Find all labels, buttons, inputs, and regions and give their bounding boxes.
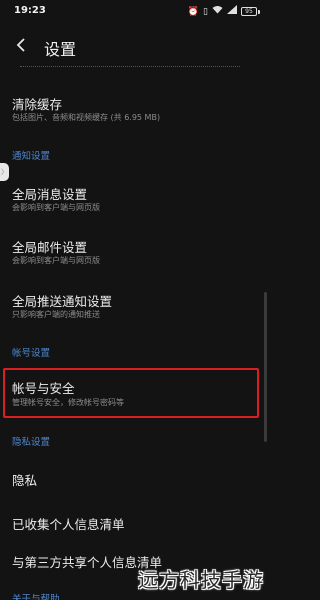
back-button[interactable]: [10, 34, 32, 56]
collected-info-item[interactable]: 已收集个人信息清单: [0, 510, 262, 538]
chevron-right-icon: 〉: [1, 167, 8, 176]
global-message-subtitle: 会影响到客户端与网页版: [12, 203, 100, 212]
alarm-icon: ⏰: [187, 6, 200, 17]
section-account: 帐号设置: [12, 348, 51, 359]
page-title: 设置: [44, 40, 77, 59]
status-time: 19:23: [14, 5, 46, 16]
section-privacy: 隐私设置: [12, 437, 51, 448]
collected-info-title: 已收集个人信息清单: [12, 517, 125, 532]
side-drawer-handle[interactable]: 〉: [0, 163, 9, 181]
global-push-subtitle: 只影响客户端的通知推送: [12, 310, 100, 319]
app-header: 设置: [0, 28, 270, 64]
vibrate-icon: ▯: [203, 6, 208, 17]
global-message-item[interactable]: 全局消息设置 会影响到客户端与网页版: [0, 180, 262, 220]
battery-icon: 95: [241, 7, 260, 16]
chevron-left-icon: [16, 38, 25, 52]
global-mail-item[interactable]: 全局邮件设置 会影响到客户端与网页版: [0, 233, 262, 273]
clear-cache-title: 清除缓存: [12, 97, 63, 112]
status-bar: 19:23 ⏰ ▯ 95: [0, 0, 270, 24]
clear-cache-subtitle: 包括图片、音频和视频缓存 (共 6.95 MB): [12, 113, 161, 122]
global-message-title: 全局消息设置: [12, 187, 88, 202]
wifi-icon: [212, 5, 223, 18]
watermark: 远方科技手游: [138, 568, 264, 592]
section-about: 关于与帮助: [12, 594, 60, 600]
clear-cache-item[interactable]: 清除缓存 包括图片、音频和视频缓存 (共 6.95 MB): [0, 88, 262, 128]
privacy-item[interactable]: 隐私: [0, 466, 262, 494]
privacy-title: 隐私: [12, 473, 38, 488]
highlight-annotation: [3, 368, 259, 418]
global-push-title: 全局推送通知设置: [12, 294, 113, 309]
global-mail-subtitle: 会影响到客户端与网页版: [12, 256, 100, 265]
scrollbar[interactable]: [264, 292, 267, 442]
signal-icon: [227, 5, 237, 18]
global-mail-title: 全局邮件设置: [12, 240, 88, 255]
section-notification: 通知设置: [12, 151, 51, 162]
status-icons: ⏰ ▯ 95: [188, 5, 260, 18]
battery-level: 95: [245, 8, 253, 15]
global-push-item[interactable]: 全局推送通知设置 只影响客户端的通知推送: [0, 287, 262, 327]
scrolled-content-edge: [20, 66, 240, 69]
